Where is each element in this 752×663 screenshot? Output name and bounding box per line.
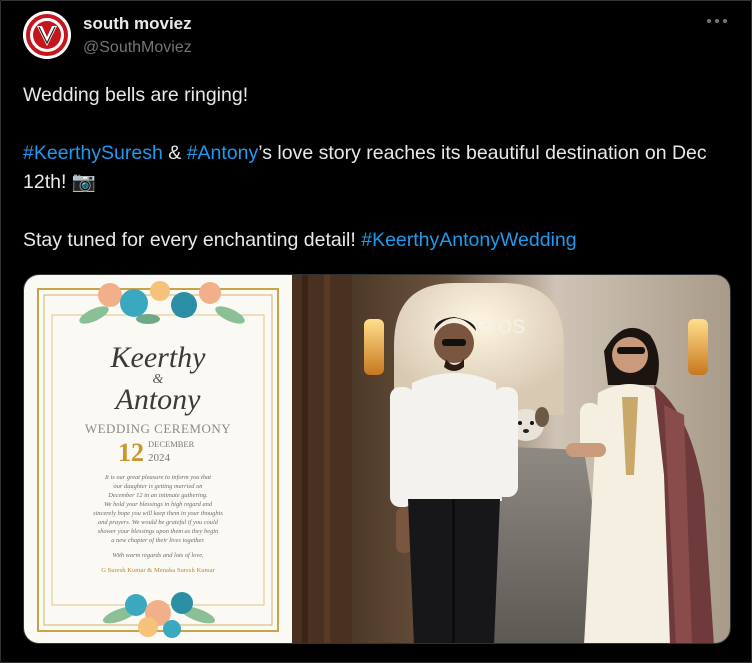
invitation-message-line: shower your blessings upon them as they …: [98, 528, 219, 535]
invitation-month: DECEMBER: [148, 439, 195, 449]
tweet-line-3: Stay tuned for every enchanting detail! …: [23, 226, 738, 255]
tweet-line-1: Wedding bells are ringing!: [23, 84, 249, 106]
invitation-regards: With warm regards and lots of love,: [112, 552, 204, 559]
invitation-name-1: Keerthy: [110, 341, 207, 374]
invitation-message-line: It is our great pleasure to inform you t…: [104, 474, 211, 481]
hashtag-keerthysuresh[interactable]: #KeerthySuresh: [23, 142, 163, 164]
invitation-message-line: and prayers. We would be grateful if you…: [98, 519, 219, 526]
ampersand-text: &: [162, 142, 187, 164]
avatar[interactable]: [23, 11, 71, 59]
avatar-v-logo-icon: [23, 11, 71, 59]
invitation-message-line: December 12 in an intimate gathering.: [107, 492, 208, 499]
author-display-name[interactable]: south moviez: [83, 14, 192, 34]
invitation-day: 12: [118, 438, 144, 467]
tweet-media-image[interactable]: Keerthy & Antony WEDDING CEREMONY 12 DEC…: [23, 274, 731, 644]
invitation-year: 2024: [148, 452, 171, 464]
tweet-text: Wedding bells are ringing! #KeerthySures…: [23, 81, 738, 255]
invitation-name-2: Antony: [114, 383, 202, 416]
tweet-line-3-text: Stay tuned for every enchanting detail!: [23, 229, 362, 251]
invitation-parents: G Suresh Kumar & Menaka Suresh Kumar: [101, 567, 215, 574]
invitation-card: Keerthy & Antony WEDDING CEREMONY 12 DEC…: [24, 275, 292, 643]
hashtag-keerthyantonywedding[interactable]: #KeerthyAntonyWedding: [361, 229, 576, 251]
invitation-message-line: We hold your blessings in high regard an…: [104, 501, 213, 508]
more-options-icon[interactable]: [705, 11, 729, 31]
invitation-message-line: our daughter is getting married on: [114, 483, 203, 490]
invitation-ceremony: WEDDING CEREMONY: [85, 421, 231, 436]
tweet-card[interactable]: south moviez @SouthMoviez Wedding bells …: [0, 0, 752, 663]
hashtag-antony[interactable]: #Antony: [187, 142, 259, 164]
author-handle[interactable]: @SouthMoviez: [83, 39, 192, 57]
wall-lamp-icon: [364, 319, 384, 375]
couple-photo: asperos: [292, 275, 730, 643]
invitation-message-line: a new chapter of their lives together.: [111, 537, 205, 544]
invitation-message-line: sincerely hope you will keep them in you…: [93, 510, 223, 517]
wall-lamp-icon: [688, 319, 708, 375]
tweet-line-2: #KeerthySuresh & #Antony’s love story re…: [23, 139, 738, 197]
camera-emoji-icon: 📷: [71, 171, 97, 193]
